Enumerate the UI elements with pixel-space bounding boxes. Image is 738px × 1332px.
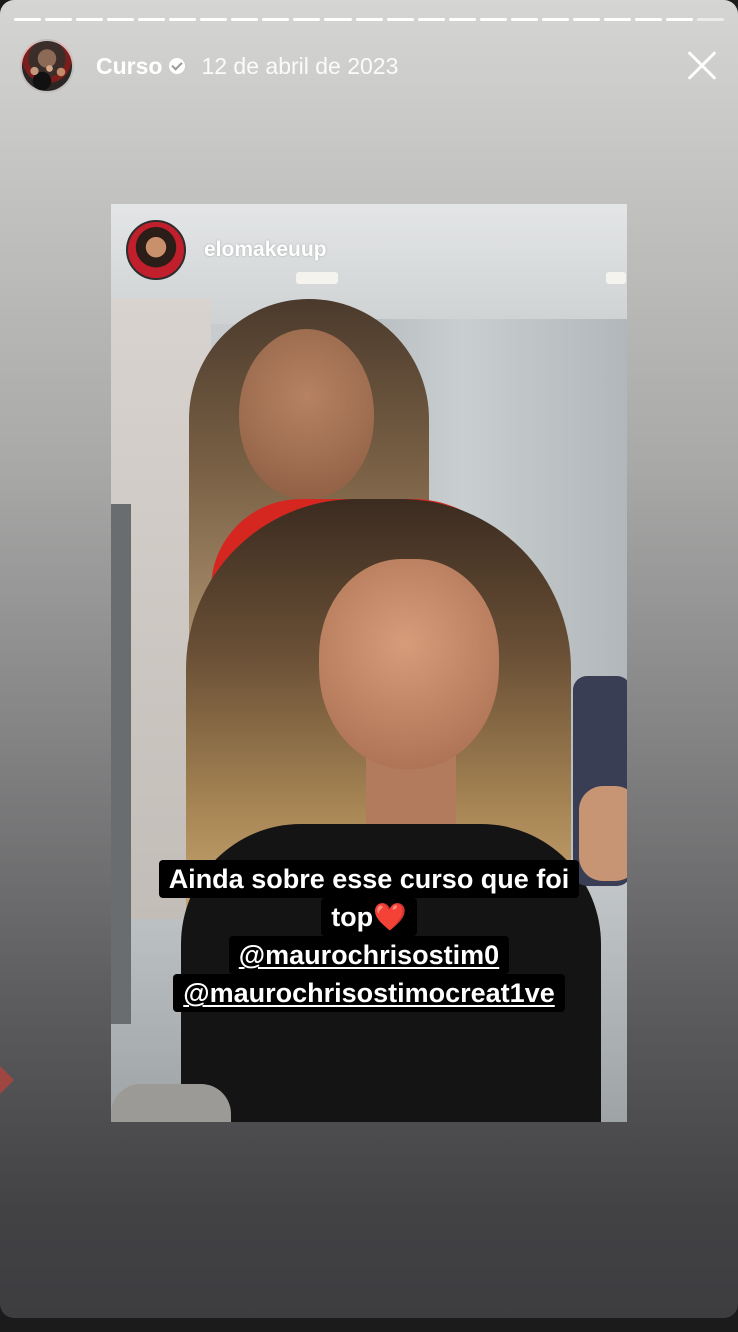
shared-post[interactable]: elomakeuup Ainda sobre esse curso que fo… xyxy=(111,204,627,1122)
chair-arm xyxy=(111,1084,231,1122)
account-name[interactable]: Curso xyxy=(96,53,162,80)
previous-story-indicator[interactable] xyxy=(0,1066,14,1094)
progress-segment xyxy=(293,18,321,21)
progress-segment xyxy=(14,18,42,21)
progress-segment xyxy=(200,18,228,21)
progress-segment xyxy=(231,18,259,21)
caption-text: top xyxy=(331,902,374,932)
progress-segment xyxy=(541,18,569,21)
post-author-avatar[interactable] xyxy=(126,220,186,280)
progress-segment xyxy=(45,18,73,21)
post-header: elomakeuup xyxy=(126,220,327,280)
progress-segment xyxy=(138,18,166,21)
mention-link[interactable]: @maurochrisostimocreat1ve xyxy=(173,974,565,1012)
progress-segment xyxy=(603,18,631,21)
progress-segment xyxy=(572,18,600,21)
progress-segment xyxy=(386,18,414,21)
mention-text[interactable]: @maurochrisostimocreat1ve xyxy=(183,978,554,1008)
progress-segment xyxy=(355,18,383,21)
heart-icon: ❤️ xyxy=(373,902,407,932)
progress-segment xyxy=(417,18,445,21)
progress-segment xyxy=(448,18,476,21)
progress-segment xyxy=(169,18,197,21)
progress-segment xyxy=(510,18,538,21)
progress-segment xyxy=(107,18,135,21)
caption-line: top❤️ xyxy=(321,898,417,936)
story-caption: Ainda sobre esse curso que foi top❤️ @ma… xyxy=(111,860,627,1012)
post-author-name[interactable]: elomakeuup xyxy=(204,238,327,262)
progress-segment xyxy=(697,18,725,21)
story-progress-bar xyxy=(14,18,725,23)
client-face xyxy=(319,559,499,769)
account-avatar[interactable] xyxy=(20,39,74,93)
progress-segment xyxy=(324,18,352,21)
story-viewer: Curso 12 de abril de 2023 elomakeuup Ain… xyxy=(0,0,738,1318)
mention-text[interactable]: @maurochrisostim0 xyxy=(239,940,499,970)
verified-badge-icon xyxy=(169,58,186,74)
caption-line: Ainda sobre esse curso que foi xyxy=(158,860,580,898)
progress-segment xyxy=(479,18,507,21)
progress-segment xyxy=(262,18,290,21)
stylist-face xyxy=(239,329,374,499)
progress-segment xyxy=(76,18,104,21)
story-date: 12 de abril de 2023 xyxy=(201,52,399,79)
ceiling-lamp xyxy=(606,272,626,284)
story-header: Curso 12 de abril de 2023 xyxy=(20,39,724,93)
close-icon[interactable] xyxy=(680,44,724,88)
progress-segment xyxy=(665,18,694,21)
mention-link[interactable]: @maurochrisostim0 xyxy=(228,936,510,974)
progress-segment xyxy=(634,18,662,21)
